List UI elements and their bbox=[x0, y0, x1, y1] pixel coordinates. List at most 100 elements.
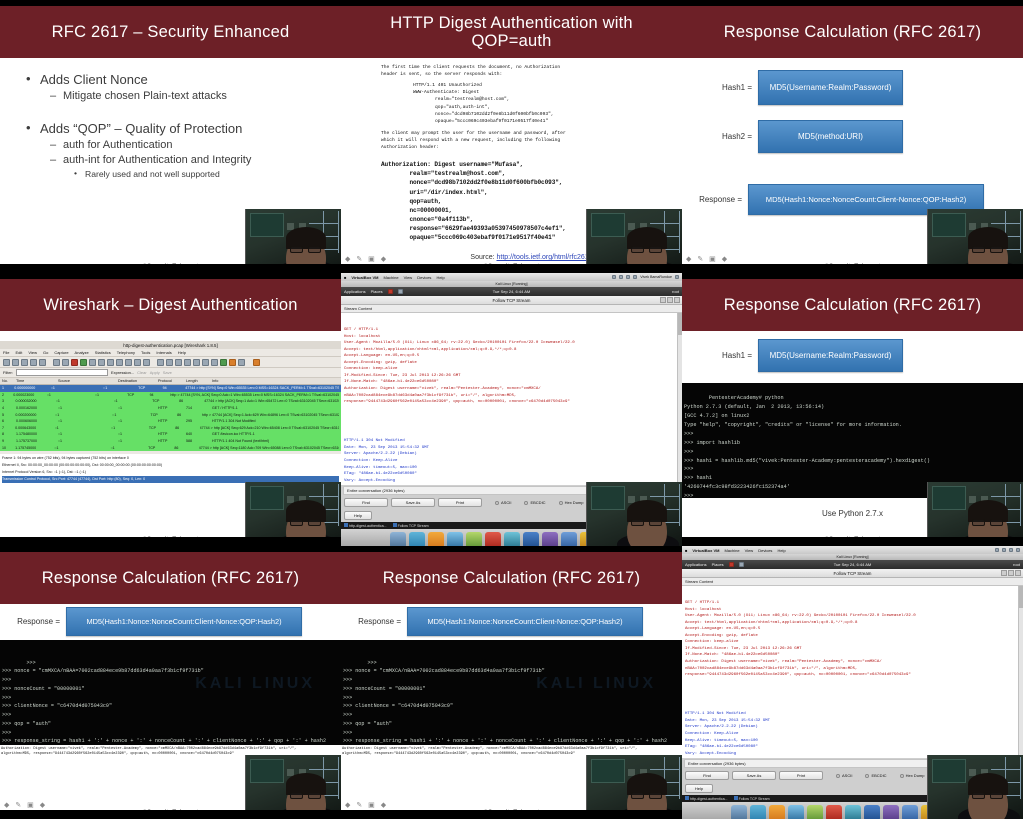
radio-hex-dump[interactable]: Hex Dump bbox=[558, 500, 583, 505]
detail-ethernet[interactable]: Ethernet II, Src: 00:00:00_00:00:00 (00:… bbox=[2, 462, 339, 469]
preferences-icon[interactable] bbox=[238, 358, 245, 366]
stream-content-area[interactable]: GET / HTTP/1.1 Host: localhost User-Agen… bbox=[341, 313, 682, 485]
detail-ipv6[interactable]: Internet Protocol Version 6, Src: ::1 (:… bbox=[2, 469, 339, 476]
file-open-icon[interactable] bbox=[89, 358, 96, 366]
macos-menu-extras[interactable] bbox=[995, 548, 1020, 552]
wireshark-menubar[interactable]: File Edit View Go Capture Analyze Statis… bbox=[0, 349, 341, 357]
go-to-packet-icon[interactable] bbox=[125, 358, 132, 366]
wireshark-toolbar[interactable] bbox=[0, 357, 341, 368]
menu-help[interactable]: Help bbox=[777, 548, 785, 553]
dock-virtualbox-icon[interactable] bbox=[484, 532, 501, 546]
radio-ebcdic[interactable]: EBCDIC bbox=[865, 773, 887, 778]
dock-word-icon[interactable] bbox=[522, 532, 539, 546]
dock-finder-icon[interactable] bbox=[730, 805, 747, 819]
dock-virtualbox-icon[interactable] bbox=[825, 805, 842, 819]
colorize-icon[interactable] bbox=[157, 358, 164, 366]
print-button[interactable]: Print bbox=[438, 498, 482, 507]
python-terminal[interactable]: PentesterAcademy# python Python 2.7.3 (d… bbox=[682, 383, 1023, 498]
zoom-out-icon[interactable] bbox=[184, 358, 191, 366]
resize-columns-icon[interactable] bbox=[202, 358, 209, 366]
dock-mail-icon[interactable] bbox=[427, 532, 444, 546]
menu-edit[interactable]: Edit bbox=[15, 350, 22, 355]
expression-button[interactable]: Expression... bbox=[111, 370, 134, 375]
window-buttons[interactable] bbox=[660, 297, 680, 303]
dock-preview-icon[interactable] bbox=[503, 532, 520, 546]
packet-list[interactable]: 1 0.000000000::1::1 TCP 94 47744 > http [SYN… bbox=[0, 385, 341, 452]
dock-safari-icon[interactable] bbox=[749, 805, 766, 819]
minimize-icon[interactable] bbox=[1001, 570, 1007, 576]
menu-telephony[interactable]: Telephony bbox=[117, 350, 135, 355]
table-row[interactable]: 8 1.175480000::1::1 HTTP 640 GET /favicon.ic… bbox=[0, 431, 341, 439]
find-button[interactable]: Find bbox=[344, 498, 388, 507]
menu-virtualbox-vm[interactable]: VirtualBox VM bbox=[351, 275, 378, 280]
macos-menu-extras[interactable]: Vivek BamaRundue bbox=[612, 275, 679, 279]
slideshow-nav-icons[interactable]: ◆ ✎ ▣ ◆ bbox=[4, 801, 47, 809]
packet-list-header[interactable]: No. Time Source Destination Protocol Len… bbox=[0, 378, 341, 385]
menu-view[interactable]: View bbox=[745, 548, 754, 553]
wireshark-filter-bar[interactable]: Filter: Expression... Clear Apply Save bbox=[0, 368, 341, 378]
col-no[interactable]: No. bbox=[2, 379, 16, 383]
maximize-icon[interactable] bbox=[667, 297, 673, 303]
save-as-button[interactable]: Save As bbox=[391, 498, 435, 507]
battery-icon[interactable] bbox=[1002, 548, 1006, 552]
find-packet-icon[interactable] bbox=[98, 358, 105, 366]
dock-word-icon[interactable] bbox=[863, 805, 880, 819]
packet-detail-pane[interactable]: Frame 1: 94 bytes on wire (752 bits), 94… bbox=[0, 454, 341, 484]
go-back-icon[interactable] bbox=[107, 358, 114, 366]
menu-machine[interactable]: Machine bbox=[724, 548, 739, 553]
help-button[interactable]: Help bbox=[685, 784, 713, 793]
table-row[interactable]: 7 0.000643000::1::1 TCP 86 47744 > http [ACK… bbox=[0, 424, 341, 432]
find-button[interactable]: Find bbox=[685, 771, 729, 780]
zoom-in-icon[interactable] bbox=[175, 358, 182, 366]
zoom-reset-icon[interactable] bbox=[193, 358, 200, 366]
dock-blender-icon[interactable] bbox=[560, 532, 577, 546]
table-row[interactable]: 1 0.000000000::1::1 TCP 94 47744 > http [SYN… bbox=[0, 385, 341, 392]
gnome-user-menu[interactable]: root bbox=[672, 289, 679, 294]
display-filters-icon[interactable] bbox=[220, 358, 227, 366]
filter-input[interactable] bbox=[16, 369, 108, 376]
table-row[interactable]: 4 0.000162000::1::1 HTTP 714 GET / HTTP/1.1 bbox=[0, 404, 341, 412]
menu-go[interactable]: Go bbox=[43, 350, 48, 355]
volume-icon[interactable] bbox=[1009, 548, 1013, 552]
go-forward-icon[interactable] bbox=[116, 358, 123, 366]
maximize-icon[interactable] bbox=[1008, 570, 1014, 576]
go-last-icon[interactable] bbox=[143, 358, 150, 366]
slideshow-nav-icons[interactable]: ◆ ✎ ▣ ◆ bbox=[686, 255, 729, 263]
spotlight-search-icon[interactable] bbox=[1016, 548, 1020, 552]
restart-capture-icon[interactable] bbox=[71, 358, 78, 366]
table-row[interactable]: 10 1.175745000::1::1 TCP 86 47744 > http [AC… bbox=[0, 444, 341, 452]
taskbar-item-tcp-stream[interactable]: Follow TCP Stream bbox=[733, 796, 770, 801]
stream-content-area[interactable]: GET / HTTP/1.1 Host: localhost User-Agen… bbox=[682, 586, 1023, 758]
menu-capture[interactable]: Capture bbox=[54, 350, 68, 355]
dock-notes-icon[interactable] bbox=[806, 805, 823, 819]
bluetooth-icon[interactable] bbox=[633, 275, 638, 279]
taskbar-item-wireshark[interactable]: http-digest-authentica... bbox=[685, 796, 728, 801]
taskbar-item-wireshark[interactable]: http-digest-authentica... bbox=[344, 523, 387, 528]
col-source[interactable]: Source bbox=[58, 379, 118, 383]
save-filter-button[interactable]: Save bbox=[163, 370, 172, 375]
close-icon[interactable] bbox=[30, 358, 37, 366]
dock-preview-icon[interactable] bbox=[844, 805, 861, 819]
radio-ebcdic[interactable]: EBCDIC bbox=[524, 500, 546, 505]
menu-virtualbox-vm[interactable]: VirtualBox VM bbox=[692, 548, 719, 553]
print-button[interactable]: Print bbox=[779, 771, 823, 780]
autoscroll-icon[interactable] bbox=[166, 358, 173, 366]
apply-button[interactable]: Apply bbox=[150, 370, 160, 375]
menu-view[interactable]: View bbox=[28, 350, 37, 355]
col-info[interactable]: Info bbox=[212, 379, 218, 383]
help-icon[interactable] bbox=[253, 358, 260, 366]
dock-notes-icon[interactable] bbox=[465, 532, 482, 546]
stream-scrollbar[interactable] bbox=[1018, 586, 1023, 758]
minimize-icon[interactable] bbox=[660, 297, 666, 303]
save-as-button[interactable]: Save As bbox=[732, 771, 776, 780]
table-row[interactable]: 3 0.000032000::1::1 TCP 86 47744 > http [ACK… bbox=[0, 398, 341, 405]
col-destination[interactable]: Destination bbox=[118, 379, 158, 383]
dock-python-icon[interactable] bbox=[882, 805, 899, 819]
menu-analyze[interactable]: Analyze bbox=[75, 350, 89, 355]
coloring-rules-icon[interactable] bbox=[229, 358, 236, 366]
menu-devices[interactable]: Devices bbox=[758, 548, 772, 553]
dock-safari-icon[interactable] bbox=[408, 532, 425, 546]
stop-capture-icon[interactable] bbox=[62, 358, 69, 366]
wifi-icon[interactable] bbox=[612, 275, 617, 279]
spotlight-search-icon[interactable] bbox=[675, 275, 679, 279]
